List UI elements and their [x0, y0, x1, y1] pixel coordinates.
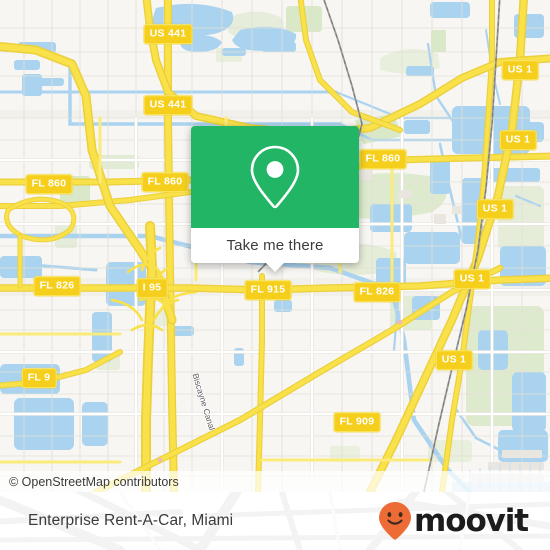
road-shield: FL 909 — [333, 412, 381, 432]
take-me-there-label: Take me there — [226, 237, 324, 254]
road-shield: FL 915 — [244, 280, 292, 300]
road-shield: FL 860 — [359, 149, 407, 169]
road-shield: FL 826 — [33, 276, 81, 296]
callout-pointer — [265, 262, 285, 272]
road-shield: US 1 — [476, 199, 514, 219]
road-shield: I 95 — [136, 278, 168, 298]
callout-image-area — [191, 126, 359, 228]
road-shield: US 1 — [453, 269, 491, 289]
road-shield: US 1 — [435, 350, 473, 370]
road-shield: FL 9 — [21, 368, 57, 388]
moovit-wordmark: moovit — [414, 502, 529, 539]
road-shield: FL 826 — [353, 282, 401, 302]
moovit-map-screenshot: .land{fill:#f2f0ea} .block{fill:#f7f6f3}… — [0, 0, 550, 550]
road-shield: US 1 — [499, 130, 537, 150]
road-shield: US 441 — [143, 95, 193, 115]
footer-bar: Enterprise Rent-A-Car, Miami moovit — [0, 492, 550, 550]
road-shield: FL 860 — [141, 172, 189, 192]
map-attribution: © OpenStreetMap contributors — [0, 471, 550, 492]
road-shield: US 1 — [501, 60, 539, 80]
map-canvas[interactable]: .land{fill:#f2f0ea} .block{fill:#f7f6f3}… — [0, 0, 550, 492]
road-shield: FL 860 — [25, 174, 73, 194]
moovit-pin-icon — [379, 502, 412, 540]
road-shield: US 441 — [143, 24, 193, 44]
moovit-logo: moovit — [378, 501, 536, 541]
map-pin-icon — [250, 145, 300, 209]
callout-action-area[interactable]: Take me there — [191, 228, 359, 272]
place-title: Enterprise Rent-A-Car, Miami — [28, 512, 234, 529]
map-callout[interactable]: Take me there — [191, 126, 359, 272]
attribution-text: © OpenStreetMap contributors — [9, 474, 179, 489]
